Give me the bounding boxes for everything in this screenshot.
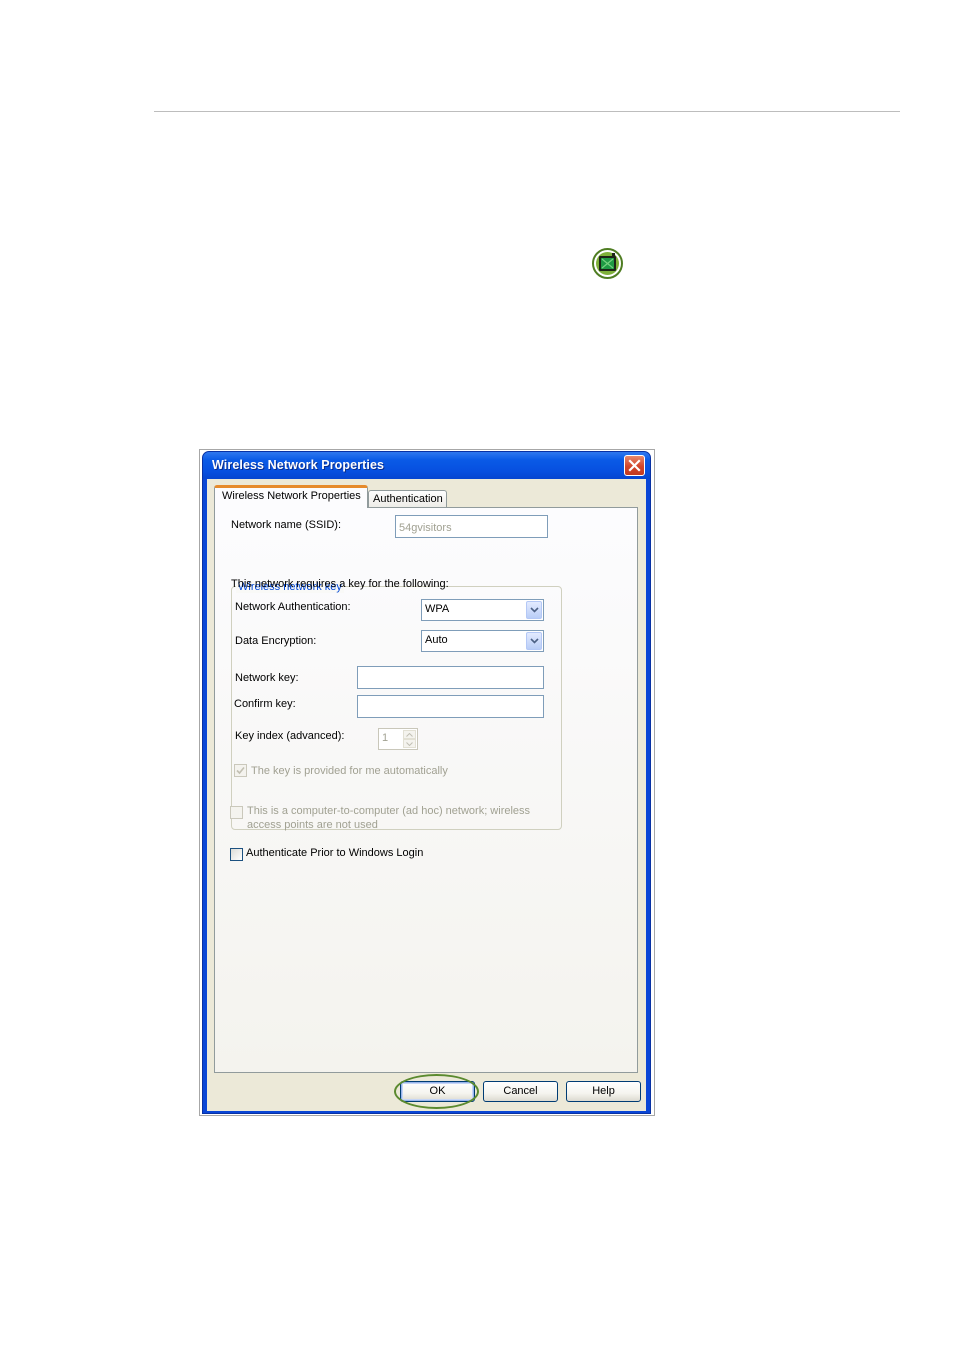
requires-key-text: This network requires a key for the foll… (231, 578, 449, 590)
key-index-label: Key index (advanced): (235, 730, 345, 742)
dialog-client-area: Wireless Network Properties Authenticati… (207, 479, 646, 1111)
data-encryption-select[interactable]: Auto (421, 630, 544, 652)
checkmark-icon (236, 766, 245, 775)
chevron-up-icon (406, 733, 413, 737)
network-status-icon (592, 248, 623, 279)
close-button[interactable] (624, 455, 645, 476)
network-auth-select[interactable]: WPA (421, 599, 544, 621)
tab-wireless-network-properties[interactable]: Wireless Network Properties (214, 485, 368, 508)
network-auth-label: Network Authentication: (235, 601, 351, 613)
authenticate-prior-login-label: Authenticate Prior to Windows Login (246, 847, 424, 859)
chevron-down-icon (530, 607, 539, 613)
adhoc-network-checkbox[interactable] (230, 806, 243, 819)
key-index-up-button[interactable] (403, 730, 416, 739)
data-encryption-dropdown-button[interactable] (526, 632, 542, 650)
key-index-down-button[interactable] (403, 739, 416, 748)
ok-button-highlight-ring (394, 1074, 479, 1109)
title-bar[interactable]: Wireless Network Properties (203, 452, 650, 479)
cancel-button[interactable]: Cancel (483, 1081, 558, 1102)
page-divider (154, 111, 900, 112)
ssid-input[interactable] (395, 515, 548, 538)
confirm-key-input[interactable] (357, 695, 544, 718)
network-key-label: Network key: (235, 672, 299, 684)
network-auth-dropdown-button[interactable] (526, 601, 542, 619)
ssid-label: Network name (SSID): (231, 519, 342, 531)
auto-key-checkbox[interactable] (234, 764, 247, 777)
close-icon (628, 459, 641, 472)
help-button[interactable]: Help (566, 1081, 641, 1102)
network-key-input[interactable] (357, 666, 544, 689)
authenticate-prior-login-checkbox[interactable] (230, 848, 243, 861)
data-encryption-value: Auto (425, 634, 448, 646)
adhoc-network-label-line1: This is a computer-to-computer (ad hoc) … (247, 805, 531, 817)
key-index-spinner[interactable]: 1 (378, 728, 418, 750)
chevron-down-icon (530, 638, 539, 644)
confirm-key-label: Confirm key: (234, 698, 296, 710)
wireless-network-properties-dialog: Wireless Network Properties Wireless Net… (202, 451, 651, 1114)
network-auth-value: WPA (425, 603, 450, 615)
key-index-value: 1 (382, 732, 389, 744)
auto-key-label: The key is provided for me automatically (251, 765, 448, 777)
adhoc-network-label-line2: access points are not used (247, 819, 378, 831)
chevron-down-icon (406, 742, 413, 746)
dialog-title: Wireless Network Properties (212, 458, 385, 472)
tab-panel: Network name (SSID): Wireless network ke… (214, 507, 638, 1073)
tab-authentication[interactable]: Authentication (368, 490, 447, 508)
data-encryption-label: Data Encryption: (235, 635, 317, 647)
